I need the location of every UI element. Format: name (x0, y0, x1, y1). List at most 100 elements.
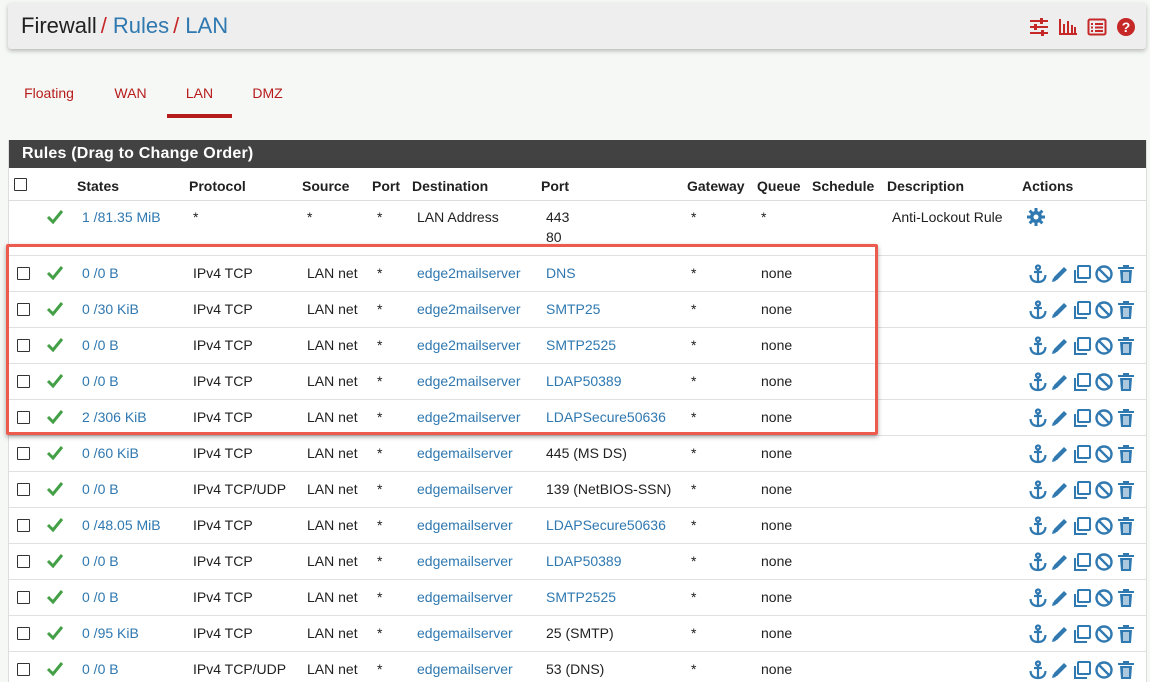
copy-icon[interactable] (1072, 588, 1092, 608)
tab-dmz[interactable]: DMZ (248, 70, 287, 118)
states-link[interactable]: 0 /0 B (82, 652, 119, 682)
select-all-checkbox[interactable] (14, 178, 27, 191)
anchor-icon[interactable] (1028, 336, 1048, 356)
row-checkbox[interactable] (17, 447, 30, 460)
pencil-icon[interactable] (1050, 372, 1070, 392)
copy-icon[interactable] (1072, 372, 1092, 392)
destination-link[interactable]: edgemailserver (417, 472, 513, 507)
states-link[interactable]: 0 /60 KiB (82, 436, 139, 471)
anchor-icon[interactable] (1028, 660, 1048, 680)
tab-wan[interactable]: WAN (108, 70, 153, 118)
dest-port-link[interactable]: SMTP2525 (546, 580, 616, 615)
list-log-icon[interactable] (1087, 17, 1107, 37)
destination-link[interactable]: edge2mailserver (417, 256, 521, 291)
trash-icon[interactable] (1116, 264, 1136, 284)
pencil-icon[interactable] (1050, 336, 1070, 356)
tab-lan[interactable]: LAN (167, 70, 232, 118)
disable-icon[interactable] (1094, 588, 1114, 608)
anchor-icon[interactable] (1028, 264, 1048, 284)
disable-icon[interactable] (1094, 480, 1114, 500)
dest-port-link[interactable]: LDAPSecure50636 (546, 400, 666, 435)
trash-icon[interactable] (1116, 444, 1136, 464)
anchor-icon[interactable] (1028, 516, 1048, 536)
copy-icon[interactable] (1072, 552, 1092, 572)
table-row[interactable]: 2 /306 KiB IPv4 TCP LAN net * edge2mails… (9, 400, 1146, 436)
states-link[interactable]: 0 /0 B (82, 544, 119, 579)
anchor-icon[interactable] (1028, 588, 1048, 608)
disable-icon[interactable] (1094, 552, 1114, 572)
copy-icon[interactable] (1072, 264, 1092, 284)
destination-link[interactable]: edge2mailserver (417, 328, 521, 363)
breadcrumb-rules[interactable]: Rules (113, 13, 169, 38)
disable-icon[interactable] (1094, 300, 1114, 320)
trash-icon[interactable] (1116, 660, 1136, 680)
anchor-icon[interactable] (1028, 300, 1048, 320)
disable-icon[interactable] (1094, 336, 1114, 356)
destination-link[interactable]: edgemailserver (417, 436, 513, 471)
row-checkbox[interactable] (17, 303, 30, 316)
anchor-icon[interactable] (1028, 552, 1048, 572)
row-checkbox[interactable] (17, 627, 30, 640)
anchor-icon[interactable] (1028, 408, 1048, 428)
trash-icon[interactable] (1116, 300, 1136, 320)
pencil-icon[interactable] (1050, 660, 1070, 680)
anchor-icon[interactable] (1028, 624, 1048, 644)
table-row[interactable]: 0 /0 B IPv4 TCP LAN net * edgemailserver… (9, 544, 1146, 580)
pencil-icon[interactable] (1050, 624, 1070, 644)
gear-icon[interactable] (1026, 207, 1046, 227)
copy-icon[interactable] (1072, 444, 1092, 464)
states-link[interactable]: 1 /81.35 MiB (82, 201, 161, 233)
trash-icon[interactable] (1116, 588, 1136, 608)
dest-port-link[interactable]: LDAP50389 (546, 364, 622, 399)
pencil-icon[interactable] (1050, 300, 1070, 320)
row-checkbox[interactable] (17, 411, 30, 424)
anchor-icon[interactable] (1028, 372, 1048, 392)
dest-port-link[interactable]: LDAP50389 (546, 544, 622, 579)
destination-link[interactable]: edge2mailserver (417, 400, 521, 435)
dest-port-link[interactable]: LDAPSecure50636 (546, 508, 666, 543)
copy-icon[interactable] (1072, 480, 1092, 500)
states-link[interactable]: 0 /0 B (82, 580, 119, 615)
trash-icon[interactable] (1116, 372, 1136, 392)
table-row[interactable]: 0 /0 B IPv4 TCP LAN net * edgemailserver… (9, 580, 1146, 616)
tab-floating[interactable]: Floating (16, 70, 82, 118)
states-link[interactable]: 0 /30 KiB (82, 292, 139, 327)
pencil-icon[interactable] (1050, 264, 1070, 284)
trash-icon[interactable] (1116, 516, 1136, 536)
disable-icon[interactable] (1094, 516, 1114, 536)
destination-link[interactable]: edgemailserver (417, 652, 513, 682)
row-checkbox[interactable] (17, 375, 30, 388)
table-row[interactable]: 0 /0 B IPv4 TCP LAN net * edge2mailserve… (9, 256, 1146, 292)
copy-icon[interactable] (1072, 408, 1092, 428)
dest-port-link[interactable]: SMTP25 (546, 292, 600, 327)
row-checkbox[interactable] (17, 519, 30, 532)
trash-icon[interactable] (1116, 552, 1136, 572)
disable-icon[interactable] (1094, 372, 1114, 392)
row-checkbox[interactable] (17, 267, 30, 280)
anchor-icon[interactable] (1028, 480, 1048, 500)
disable-icon[interactable] (1094, 660, 1114, 680)
dest-port-link[interactable]: SMTP2525 (546, 328, 616, 363)
states-link[interactable]: 0 /0 B (82, 472, 119, 507)
row-checkbox[interactable] (17, 483, 30, 496)
settings-sliders-icon[interactable] (1029, 17, 1049, 37)
destination-link[interactable]: edge2mailserver (417, 364, 521, 399)
dest-port-link[interactable]: DNS (546, 256, 576, 291)
destination-link[interactable]: edgemailserver (417, 616, 513, 651)
trash-icon[interactable] (1116, 408, 1136, 428)
row-checkbox[interactable] (17, 339, 30, 352)
pencil-icon[interactable] (1050, 408, 1070, 428)
copy-icon[interactable] (1072, 300, 1092, 320)
pencil-icon[interactable] (1050, 516, 1070, 536)
disable-icon[interactable] (1094, 264, 1114, 284)
table-row[interactable]: 0 /0 B IPv4 TCP/UDP LAN net * edgemailse… (9, 652, 1146, 682)
table-row[interactable]: 0 /0 B IPv4 TCP LAN net * edge2mailserve… (9, 328, 1146, 364)
trash-icon[interactable] (1116, 624, 1136, 644)
table-row[interactable]: 0 /95 KiB IPv4 TCP LAN net * edgemailser… (9, 616, 1146, 652)
help-icon[interactable]: ? (1116, 17, 1136, 37)
trash-icon[interactable] (1116, 336, 1136, 356)
pencil-icon[interactable] (1050, 480, 1070, 500)
states-link[interactable]: 2 /306 KiB (82, 400, 147, 435)
destination-link[interactable]: edge2mailserver (417, 292, 521, 327)
breadcrumb-lan[interactable]: LAN (185, 13, 228, 38)
